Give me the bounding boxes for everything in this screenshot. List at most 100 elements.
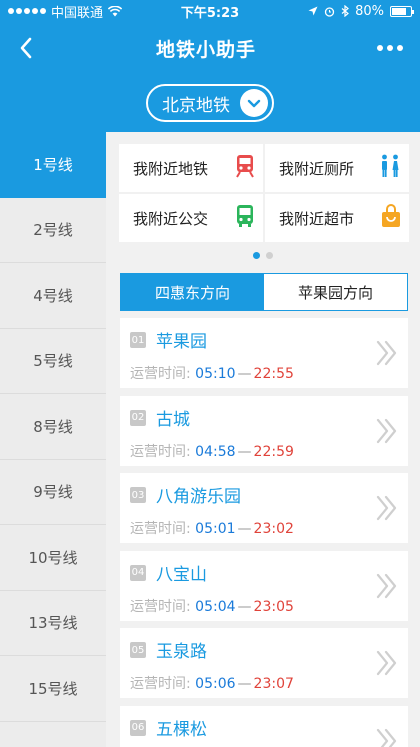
nearby-label: 我附近超市 — [279, 209, 355, 228]
chevron-left-icon — [20, 37, 32, 59]
last-train-time: 22:59 — [253, 443, 294, 460]
carrier-name: 中国联通 — [51, 5, 104, 21]
operating-time-label: 运营时间: — [130, 366, 191, 382]
nearby-card[interactable]: 我附近超市 — [265, 194, 409, 242]
bluetooth-icon — [341, 5, 350, 17]
restroom-icon — [379, 154, 401, 182]
city-selector[interactable]: 北京地铁 — [146, 84, 274, 122]
sidebar-item-line[interactable]: 5号线 — [0, 328, 106, 394]
operating-time: 运营时间: 04:58—22:59 — [130, 441, 294, 461]
more-button[interactable] — [360, 22, 420, 74]
sidebar-item-line[interactable]: 9号线 — [0, 459, 106, 525]
station-number: 02 — [130, 409, 146, 426]
line-detail-panel: 我附近地铁 我附近厕所我附近公交 我附近超市 四惠东方向 苹果园方向 01 苹果园 … — [106, 132, 420, 747]
time-separator: — — [237, 598, 252, 615]
last-train-time: 23:05 — [253, 598, 294, 615]
double-chevron-right-icon — [376, 495, 397, 521]
sidebar-item-line[interactable]: 8号线 — [0, 394, 106, 460]
last-train-time: 23:07 — [253, 676, 294, 692]
time-separator: — — [237, 521, 252, 537]
station-number: 05 — [130, 642, 146, 658]
sidebar-item-line[interactable]: 13号线 — [0, 590, 106, 656]
nearby-card[interactable]: 我附近地铁 — [119, 144, 263, 192]
operating-time-label: 运营时间: — [130, 521, 191, 537]
station-card[interactable]: 02 古城 运营时间: 04:58—22:59 — [120, 395, 408, 466]
first-train-time: 05:10 — [195, 366, 236, 382]
line-sidebar: 1号线 2号线 4号线 5号线 8号线 9号线 10号线 13号线 15号线 — [0, 132, 106, 747]
location-arrow-icon — [308, 6, 318, 16]
sidebar-item-line[interactable]: 15号线 — [0, 656, 106, 722]
station-number: 06 — [130, 719, 146, 736]
operating-time: 运营时间: 05:06—23:07 — [130, 673, 294, 693]
direction-tabs: 四惠东方向 苹果园方向 — [120, 273, 408, 311]
chevron-down-circle-icon — [240, 89, 268, 117]
station-name: 八宝山 — [156, 564, 207, 585]
operating-time: 运营时间: 05:04—23:05 — [130, 596, 294, 616]
first-train-time: 04:58 — [195, 443, 236, 460]
station-name: 玉泉路 — [156, 642, 207, 662]
station-card[interactable]: 05 玉泉路 运营时间: 05:06—23:07 — [120, 628, 408, 698]
sidebar-item-line[interactable]: 10号线 — [0, 525, 106, 591]
wifi-icon — [108, 5, 123, 16]
station-name: 古城 — [156, 409, 190, 430]
train-icon — [235, 154, 255, 182]
station-card[interactable]: 06 五棵松 — [120, 705, 408, 747]
double-chevron-right-icon — [376, 728, 397, 747]
nearby-card[interactable]: 我附近厕所 — [265, 144, 409, 192]
first-train-time: 05:04 — [195, 598, 236, 615]
page-indicator — [106, 252, 420, 259]
alarm-icon — [324, 6, 335, 17]
station-number: 01 — [130, 332, 146, 348]
sidebar-item-line[interactable]: 1号线 — [0, 132, 106, 198]
time-separator: — — [237, 676, 252, 692]
double-chevron-right-icon — [376, 573, 397, 598]
first-train-time: 05:06 — [195, 676, 236, 692]
station-card[interactable]: 04 八宝山 运营时间: 05:04—23:05 — [120, 550, 408, 621]
double-chevron-right-icon — [376, 340, 397, 366]
station-name: 苹果园 — [156, 332, 207, 352]
sidebar-item-line[interactable]: 4号线 — [0, 263, 106, 329]
signal-dots-icon — [8, 8, 46, 14]
city-label: 北京地铁 — [162, 95, 230, 116]
station-card[interactable]: 01 苹果园 运营时间: 05:10—22:55 — [120, 318, 408, 388]
station-number: 04 — [130, 564, 146, 581]
shopping-bag-icon — [381, 204, 401, 232]
time-separator: — — [237, 366, 252, 382]
double-chevron-right-icon — [376, 418, 397, 443]
operating-time-label: 运营时间: — [130, 443, 191, 460]
bus-icon — [235, 204, 255, 232]
more-dots-icon — [377, 45, 383, 51]
station-name: 八角游乐园 — [156, 487, 241, 507]
back-button[interactable] — [0, 22, 52, 74]
sidebar-item-line[interactable]: 2号线 — [0, 197, 106, 263]
last-train-time: 22:55 — [253, 366, 294, 382]
page-title: 地铁小助手 — [155, 38, 256, 61]
battery-percent: 80% — [355, 3, 384, 19]
page-dot[interactable] — [253, 252, 260, 259]
operating-time: 运营时间: 05:10—22:55 — [130, 363, 294, 383]
first-train-time: 05:01 — [195, 521, 236, 537]
station-card[interactable]: 03 八角游乐园 运营时间: 05:01—23:02 — [120, 473, 408, 543]
status-bar: 中国联通 下午5:23 80% — [0, 0, 420, 22]
nav-bar: 地铁小助手 — [0, 22, 420, 74]
nearby-label: 我附近公交 — [133, 209, 209, 228]
tab-direction-sihuidong[interactable]: 四惠东方向 — [121, 274, 264, 310]
nearby-card[interactable]: 我附近公交 — [119, 194, 263, 242]
station-number: 03 — [130, 487, 146, 503]
page-dot[interactable] — [266, 252, 273, 259]
time-separator: — — [237, 443, 252, 460]
nearby-label: 我附近厕所 — [279, 159, 355, 178]
operating-time: 运营时间: 05:01—23:02 — [130, 518, 294, 538]
station-name: 五棵松 — [156, 719, 207, 740]
operating-time-label: 运营时间: — [130, 676, 191, 692]
status-time: 下午5:23 — [180, 5, 240, 21]
last-train-time: 23:02 — [253, 521, 294, 537]
double-chevron-right-icon — [376, 650, 397, 676]
subway-helper-app: 中国联通 下午5:23 80% 地铁小助手 北京地铁 1号线 2号线 4号线 5号线 8… — [0, 0, 420, 747]
operating-time-label: 运营时间: — [130, 598, 191, 615]
city-selector-area: 北京地铁 — [0, 74, 420, 132]
station-list: 01 苹果园 运营时间: 05:10—22:55 02 古城 运营时间: 04:… — [120, 318, 408, 747]
nearby-grid: 我附近地铁 我附近厕所我附近公交 我附近超市 — [119, 144, 409, 242]
nearby-label: 我附近地铁 — [133, 159, 209, 178]
tab-direction-pingguoyuan[interactable]: 苹果园方向 — [264, 274, 407, 310]
